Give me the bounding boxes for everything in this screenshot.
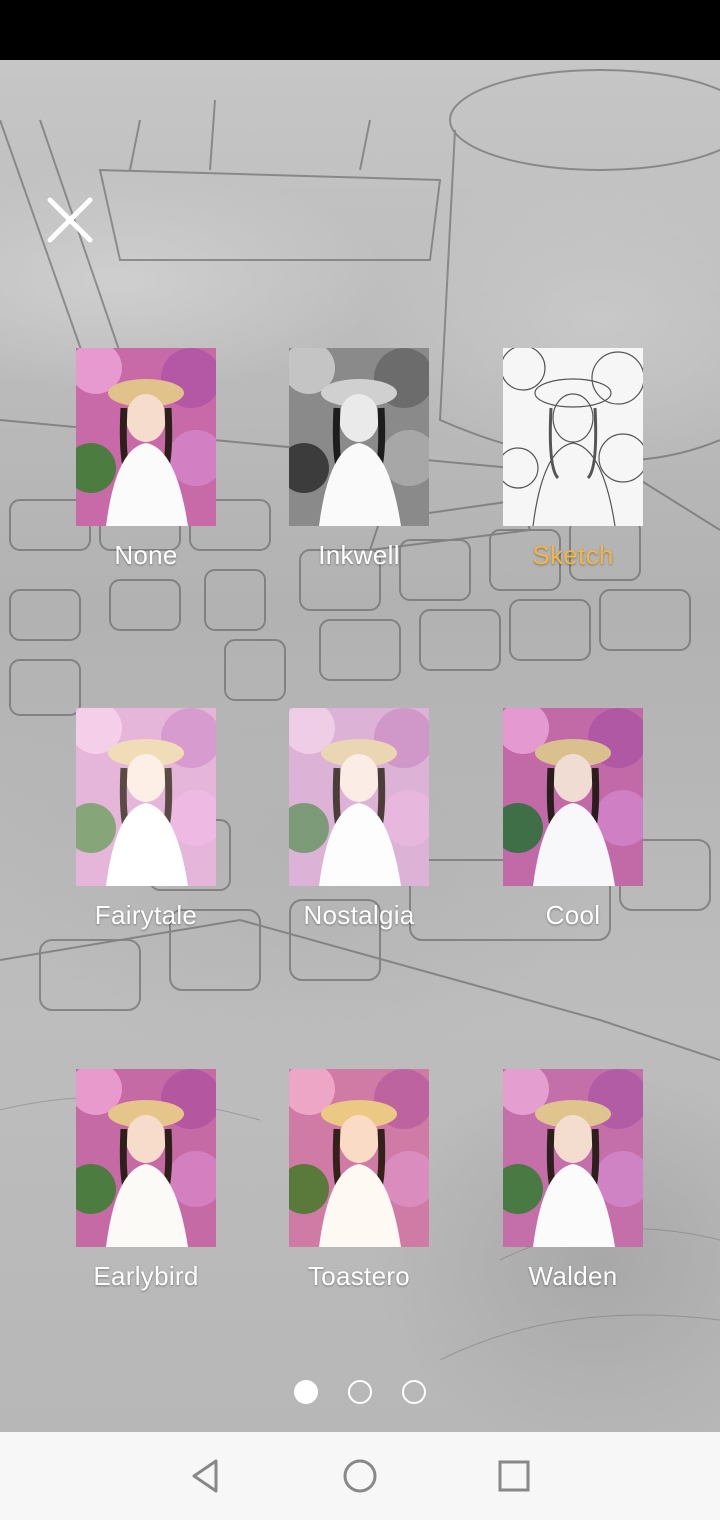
filter-thumbnail (289, 1069, 429, 1247)
filter-label: Cool (545, 900, 601, 930)
back-button[interactable] (179, 1449, 233, 1503)
filter-sketch[interactable]: Sketch (473, 348, 673, 571)
filter-thumbnail (76, 348, 216, 526)
filter-thumbnail (503, 1069, 643, 1247)
filter-label: Fairytale (94, 900, 198, 930)
filter-none[interactable]: None (46, 348, 246, 571)
filter-label: Toastero (307, 1261, 411, 1291)
close-icon (47, 197, 93, 243)
recents-button[interactable] (487, 1449, 541, 1503)
filter-cool[interactable]: Cool (473, 708, 673, 931)
filter-thumbnail (76, 1069, 216, 1247)
filter-thumbnail (289, 348, 429, 526)
home-button[interactable] (333, 1449, 387, 1503)
page-dot-1[interactable] (294, 1380, 318, 1404)
filter-label: Earlybird (93, 1261, 199, 1291)
page-indicator (0, 1380, 720, 1404)
filter-label: None (114, 540, 178, 570)
filter-thumbnail (503, 708, 643, 886)
filter-thumbnail (289, 708, 429, 886)
filter-fairytale[interactable]: Fairytale (46, 708, 246, 931)
close-button[interactable] (40, 190, 100, 250)
filter-label: Sketch (532, 540, 614, 570)
filter-thumbnail (503, 348, 643, 526)
status-bar (0, 0, 720, 60)
back-triangle-icon (192, 1459, 218, 1493)
recents-square-icon (498, 1460, 530, 1492)
filter-toastero[interactable]: Toastero (259, 1069, 459, 1292)
filter-walden[interactable]: Walden (473, 1069, 673, 1292)
page-dot-2[interactable] (348, 1380, 372, 1404)
filter-thumbnail (76, 708, 216, 886)
filter-earlybird[interactable]: Earlybird (46, 1069, 246, 1292)
filter-label: Walden (528, 1261, 618, 1291)
filter-label: Inkwell (318, 540, 400, 570)
filter-label: Nostalgia (303, 900, 415, 930)
filter-nostalgia[interactable]: Nostalgia (259, 708, 459, 931)
home-circle-icon (343, 1459, 377, 1493)
page-dot-3[interactable] (402, 1380, 426, 1404)
camera-preview: None Inkwell Sketch Fairytale Nostalgia … (0, 60, 720, 1432)
system-nav-bar (0, 1432, 720, 1520)
filter-inkwell[interactable]: Inkwell (259, 348, 459, 571)
